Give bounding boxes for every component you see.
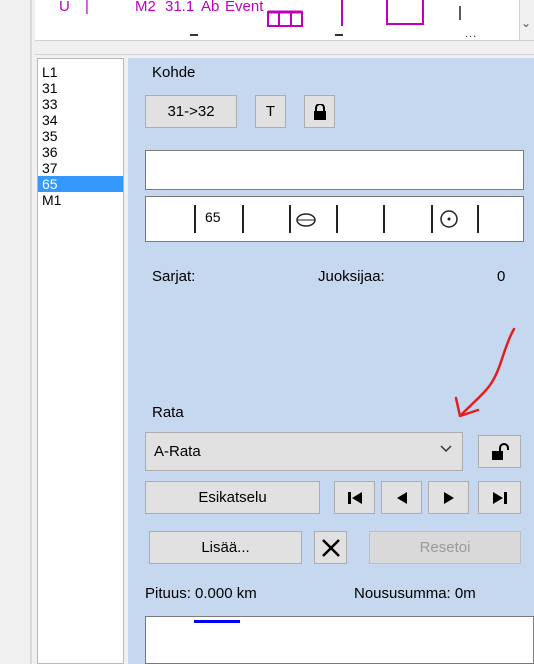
skip-last-icon <box>492 491 507 504</box>
description-cell-divider <box>431 205 433 233</box>
close-icon <box>321 538 340 557</box>
description-cell-divider <box>194 205 196 233</box>
sarjat-label: Sarjat: <box>152 268 196 285</box>
toolbar-dash <box>335 34 343 36</box>
control-name-input[interactable] <box>145 150 524 190</box>
add-button[interactable]: Lisää... <box>149 531 302 564</box>
description-cell-divider <box>242 205 244 233</box>
symbol-bar[interactable]: | <box>85 0 89 14</box>
runners-count: 0 <box>497 268 506 285</box>
leg-button[interactable]: 31->32 <box>145 95 237 128</box>
runners-label: Juoksijaa: <box>318 268 385 285</box>
kohde-title: Kohde <box>152 64 196 81</box>
gutter-divider <box>30 0 32 664</box>
symbol-m2[interactable]: M2 <box>135 0 156 14</box>
course-length: Pituus: 0.000 km <box>145 585 257 602</box>
unlock-button[interactable] <box>478 435 521 468</box>
description-cell-divider <box>289 205 291 233</box>
control-item-36[interactable]: 36 <box>38 144 123 160</box>
course-climb: Noususumma: 0m <box>354 585 476 602</box>
properties-panel: Kohde 31->32 T 65 Sarjat: Juoksijaa: 0 R… <box>128 58 534 664</box>
line-symbol-icon[interactable] <box>337 0 347 28</box>
toolbar-dots: ... <box>465 28 478 40</box>
description-cell-divider <box>383 205 385 233</box>
course-preview-line <box>194 620 240 623</box>
annotation-arrow-icon <box>454 327 516 418</box>
symbol-event[interactable]: Event <box>225 0 263 14</box>
last-button[interactable] <box>478 481 521 514</box>
t-button[interactable]: T <box>255 95 286 128</box>
control-item-34[interactable]: 34 <box>38 112 123 128</box>
tick-symbol-icon[interactable] <box>455 0 465 28</box>
next-button[interactable] <box>428 481 469 514</box>
lock-button[interactable] <box>304 95 335 128</box>
rata-title: Rata <box>152 404 184 421</box>
control-item-65[interactable]: 65 <box>38 176 123 192</box>
previous-icon <box>396 491 407 504</box>
control-description-strip[interactable]: 65 <box>145 196 524 242</box>
toolbar-separator <box>35 41 534 55</box>
chevron-down-icon[interactable]: ⌄ <box>521 16 531 30</box>
lock-icon <box>313 103 326 120</box>
circle-dot-symbol-icon <box>440 210 458 228</box>
preview-button[interactable]: Esikatselu <box>145 481 320 514</box>
reset-button[interactable]: Resetoi <box>369 531 521 564</box>
course-select-value: A-Rata <box>154 443 201 460</box>
toolbar-scrollbar[interactable]: ⌄ <box>519 0 534 40</box>
first-button[interactable] <box>334 481 375 514</box>
toolbar-dash <box>190 34 198 36</box>
description-cell-divider <box>477 205 479 233</box>
table-symbol-icon[interactable] <box>267 4 305 28</box>
description-cell-divider <box>336 205 338 233</box>
ellipse-symbol-icon <box>296 213 316 227</box>
control-list[interactable]: L1 31 33 34 35 36 37 65 M1 <box>37 58 124 664</box>
control-item-37[interactable]: 37 <box>38 160 123 176</box>
skip-first-icon <box>347 491 362 504</box>
unlock-icon <box>491 442 509 460</box>
control-item-35[interactable]: 35 <box>38 128 123 144</box>
symbol-ab[interactable]: Ab <box>201 0 219 14</box>
control-item-l1[interactable]: L1 <box>38 64 123 80</box>
course-preview-area[interactable] <box>145 616 534 664</box>
next-icon <box>443 491 454 504</box>
course-select[interactable]: A-Rata <box>145 432 463 471</box>
control-item-m1[interactable]: M1 <box>38 192 123 208</box>
delete-button[interactable] <box>314 531 347 564</box>
box-symbol-icon[interactable] <box>385 0 425 28</box>
control-item-33[interactable]: 33 <box>38 96 123 112</box>
symbol-u[interactable]: U <box>59 0 70 14</box>
chevron-down-icon[interactable] <box>440 441 452 458</box>
symbol-toolbar: U | M2 31.1 Ab Event ... ⌄ <box>35 0 534 41</box>
control-code: 65 <box>205 209 221 225</box>
previous-button[interactable] <box>381 481 422 514</box>
symbol-31-1[interactable]: 31.1 <box>165 0 194 14</box>
control-item-31[interactable]: 31 <box>38 80 123 96</box>
left-gutter <box>0 0 32 664</box>
